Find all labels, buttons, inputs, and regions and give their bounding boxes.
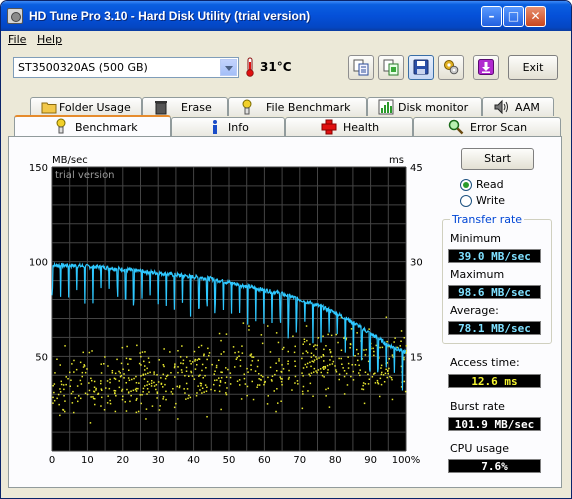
- tab-info-label: Info: [228, 121, 249, 134]
- cpu-usage-value: 7.6%: [448, 459, 541, 473]
- file-benchmark-icon: [242, 99, 252, 115]
- minimize-button[interactable]: –: [481, 6, 502, 27]
- burst-rate-label: Burst rate: [450, 400, 505, 413]
- tab-error-scan-label: Error Scan: [470, 121, 528, 134]
- title-bar[interactable]: HD Tune Pro 3.10 - Hard Disk Utility (tr…: [1, 1, 571, 31]
- download-button[interactable]: [473, 55, 499, 80]
- tab-folder-usage[interactable]: Folder Usage: [30, 97, 142, 116]
- info-icon: [213, 120, 217, 134]
- options-icon: [444, 60, 459, 75]
- tab-info[interactable]: Info: [171, 117, 285, 136]
- magnifier-icon: [448, 119, 464, 135]
- hard-disk-icon: [7, 8, 23, 24]
- copy-text-button[interactable]: [348, 55, 374, 80]
- minimum-value: 39.0 MB/sec: [448, 249, 541, 263]
- tab-benchmark-label: Benchmark: [75, 121, 138, 134]
- close-icon: ✕: [530, 9, 541, 23]
- chevron-down-icon[interactable]: [220, 59, 237, 76]
- write-radio-label[interactable]: Write: [476, 194, 505, 207]
- menu-bar: File Help: [1, 31, 571, 50]
- access-time-label: Access time:: [450, 356, 520, 369]
- copy-image-button[interactable]: [378, 55, 404, 80]
- tab-error-scan[interactable]: Error Scan: [413, 117, 561, 136]
- copy-text-icon: [353, 59, 369, 76]
- tab-disk-monitor-label: Disk monitor: [398, 101, 469, 114]
- window-title: HD Tune Pro 3.10 - Hard Disk Utility (tr…: [29, 9, 311, 23]
- tab-benchmark[interactable]: Benchmark: [14, 115, 171, 136]
- tab-disk-monitor[interactable]: Disk monitor: [367, 97, 482, 116]
- options-button[interactable]: [438, 55, 464, 80]
- menu-help-label: Help: [37, 33, 63, 46]
- write-radio[interactable]: [460, 195, 472, 207]
- exit-button[interactable]: Exit: [508, 55, 558, 80]
- maximum-label: Maximum: [450, 268, 505, 281]
- access-time-value: 12.6 ms: [448, 374, 541, 388]
- folder-icon: [41, 102, 57, 114]
- download-icon: [478, 59, 494, 75]
- maximize-icon: □: [507, 9, 520, 23]
- health-cross-icon: [321, 119, 337, 135]
- menu-file[interactable]: File: [8, 33, 26, 46]
- speaker-icon: [494, 99, 508, 115]
- minimum-label: Minimum: [450, 232, 501, 245]
- maximum-value: 98.6 MB/sec: [448, 285, 541, 299]
- drive-select-value: ST3500320AS (500 GB): [18, 61, 148, 74]
- save-button[interactable]: [408, 55, 434, 80]
- tab-erase-label: Erase: [181, 101, 212, 114]
- read-radio[interactable]: [460, 179, 472, 191]
- tab-file-benchmark[interactable]: File Benchmark: [228, 97, 367, 116]
- average-label: Average:: [450, 304, 499, 317]
- main-window: HD Tune Pro 3.10 - Hard Disk Utility (tr…: [0, 0, 572, 499]
- start-button[interactable]: Start: [461, 148, 534, 170]
- menu-help[interactable]: Help: [37, 33, 62, 46]
- transfer-rate-title: Transfer rate: [450, 213, 525, 226]
- disk-monitor-icon: [378, 99, 394, 115]
- menu-file-label: File: [8, 33, 27, 46]
- tab-erase[interactable]: Erase: [142, 97, 228, 116]
- maximize-button[interactable]: □: [503, 6, 524, 27]
- tab-folder-usage-label: Folder Usage: [59, 101, 131, 114]
- save-icon: [413, 59, 429, 75]
- copy-image-icon: [383, 59, 399, 76]
- average-value: 78.1 MB/sec: [448, 321, 541, 335]
- trash-icon: [155, 101, 167, 115]
- burst-rate-value: 101.9 MB/sec: [448, 417, 541, 431]
- temperature-readout: 31°C: [260, 60, 292, 74]
- cpu-usage-label: CPU usage: [450, 442, 510, 455]
- tab-aam-label: AAM: [515, 101, 540, 114]
- benchmark-icon: [56, 118, 66, 134]
- tab-file-benchmark-label: File Benchmark: [266, 101, 351, 114]
- tab-health[interactable]: Health: [285, 117, 413, 136]
- thermometer-icon: [246, 57, 254, 77]
- tab-health-label: Health: [343, 121, 380, 134]
- minimize-icon: –: [488, 9, 495, 23]
- tab-aam[interactable]: AAM: [482, 97, 554, 116]
- drive-select[interactable]: ST3500320AS (500 GB): [13, 57, 239, 78]
- close-button[interactable]: ✕: [525, 6, 546, 27]
- read-radio-label[interactable]: Read: [476, 178, 504, 191]
